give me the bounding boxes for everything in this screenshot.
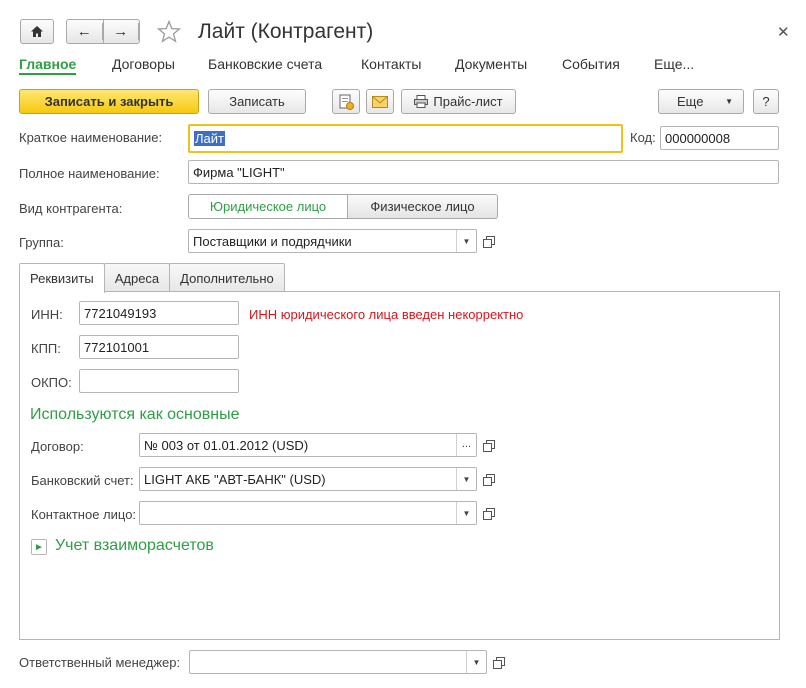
help-button[interactable]: ? xyxy=(753,89,779,114)
kpp-input[interactable]: 772101001 xyxy=(79,335,239,359)
group-label: Группа: xyxy=(19,235,64,250)
code-value: 000000008 xyxy=(665,130,731,146)
save-button[interactable]: Записать xyxy=(208,89,306,114)
bank-account-open-button[interactable] xyxy=(479,468,497,490)
arrow-right-icon: → xyxy=(104,23,139,40)
section-events[interactable]: События xyxy=(562,56,620,72)
contract-select[interactable]: № 003 от 01.01.2012 (USD) ... xyxy=(139,433,477,457)
document-report-icon xyxy=(339,94,354,110)
short-name-label: Краткое наименование: xyxy=(19,130,163,145)
bank-account-value: LIGHT АКБ "АВТ-БАНК" (USD) xyxy=(144,471,326,487)
contact-person-select[interactable]: ▼ xyxy=(139,501,477,525)
send-email-button[interactable] xyxy=(366,89,394,114)
open-window-icon xyxy=(492,656,505,669)
arrow-left-icon: ← xyxy=(67,23,103,40)
chevron-down-icon[interactable]: ▼ xyxy=(456,468,476,490)
okpo-label: ОКПО: xyxy=(31,375,72,390)
more-menu-button[interactable]: Еще ▼ xyxy=(658,89,744,114)
ellipsis-icon[interactable]: ... xyxy=(456,434,476,456)
printer-icon xyxy=(414,95,429,108)
section-documents[interactable]: Документы xyxy=(455,56,527,72)
bank-account-label: Банковский счет: xyxy=(31,473,134,488)
kpp-value: 772101001 xyxy=(84,339,150,355)
counterparty-type-label: Вид контрагента: xyxy=(19,201,123,216)
home-button[interactable] xyxy=(20,19,54,44)
tab-addresses[interactable]: Адреса xyxy=(103,263,171,292)
contract-value: № 003 от 01.01.2012 (USD) xyxy=(144,437,309,453)
group-select[interactable]: Поставщики и подрядчики ▼ xyxy=(188,229,477,253)
more-label: Еще xyxy=(677,94,704,109)
contract-label: Договор: xyxy=(31,439,84,454)
back-button[interactable]: ← xyxy=(67,20,104,43)
main-used-header: Используются как основные xyxy=(30,406,240,423)
type-legal-option[interactable]: Юридическое лицо xyxy=(188,194,348,219)
section-contracts[interactable]: Договоры xyxy=(112,56,175,72)
history-nav: ← → xyxy=(66,19,140,44)
group-open-button[interactable] xyxy=(479,230,497,252)
open-window-icon xyxy=(482,473,495,486)
kpp-label: КПП: xyxy=(31,341,61,356)
manager-select[interactable]: ▼ xyxy=(189,650,487,674)
details-tabs: Реквизиты Адреса Дополнительно xyxy=(19,263,285,293)
code-input[interactable]: 000000008 xyxy=(660,126,779,150)
full-name-input[interactable]: Фирма "LIGHT" xyxy=(188,160,779,184)
chevron-down-icon[interactable]: ▼ xyxy=(456,230,476,252)
chevron-right-icon: ► xyxy=(34,541,44,553)
code-label: Код: xyxy=(630,130,656,145)
window-title: Лайт (Контрагент) xyxy=(198,20,374,43)
counterparty-type-switch: Юридическое лицо Физическое лицо xyxy=(188,194,498,219)
price-list-label: Прайс-лист xyxy=(433,94,503,109)
price-list-button[interactable]: Прайс-лист xyxy=(401,89,516,114)
chevron-down-icon[interactable]: ▼ xyxy=(456,502,476,524)
open-window-icon xyxy=(482,235,495,248)
inn-error-message: ИНН юридического лица введен некорректно xyxy=(249,307,524,322)
document-report-button[interactable] xyxy=(332,89,360,114)
favorite-star-icon[interactable] xyxy=(157,20,181,43)
contact-person-label: Контактное лицо: xyxy=(31,507,137,522)
inn-input[interactable]: 7721049193 xyxy=(79,301,239,325)
section-contacts[interactable]: Контакты xyxy=(361,56,421,72)
manager-label: Ответственный менеджер: xyxy=(19,655,181,670)
type-individual-option[interactable]: Физическое лицо xyxy=(348,194,498,219)
short-name-value: Лайт xyxy=(194,131,225,146)
home-icon xyxy=(31,26,43,37)
okpo-input[interactable] xyxy=(79,369,239,393)
inn-label: ИНН: xyxy=(31,307,63,322)
open-window-icon xyxy=(482,507,495,520)
tab-requisites[interactable]: Реквизиты xyxy=(19,263,105,293)
contract-open-button[interactable] xyxy=(479,434,497,456)
close-icon[interactable]: ✕ xyxy=(777,23,790,41)
full-name-label: Полное наименование: xyxy=(19,166,160,181)
section-main[interactable]: Главное xyxy=(19,56,77,75)
short-name-input[interactable]: Лайт xyxy=(188,124,623,153)
full-name-value: Фирма "LIGHT" xyxy=(193,164,285,180)
section-more[interactable]: Еще... xyxy=(654,56,694,72)
inn-value: 7721049193 xyxy=(84,305,157,321)
envelope-icon xyxy=(372,95,388,108)
chevron-down-icon: ▼ xyxy=(725,97,733,106)
settlements-group-title[interactable]: Учет взаиморасчетов xyxy=(55,537,214,555)
section-bank-accounts[interactable]: Банковские счета xyxy=(208,56,322,72)
group-value: Поставщики и подрядчики xyxy=(193,233,352,249)
manager-open-button[interactable] xyxy=(489,651,507,673)
forward-button[interactable]: → xyxy=(104,20,139,43)
bank-account-select[interactable]: LIGHT АКБ "АВТ-БАНК" (USD) ▼ xyxy=(139,467,477,491)
save-and-close-button[interactable]: Записать и закрыть xyxy=(19,89,199,114)
tab-additional[interactable]: Дополнительно xyxy=(169,263,285,292)
contact-person-open-button[interactable] xyxy=(479,502,497,524)
chevron-down-icon[interactable]: ▼ xyxy=(466,651,486,673)
open-window-icon xyxy=(482,439,495,452)
settlements-expand-button[interactable]: ► xyxy=(31,539,47,555)
